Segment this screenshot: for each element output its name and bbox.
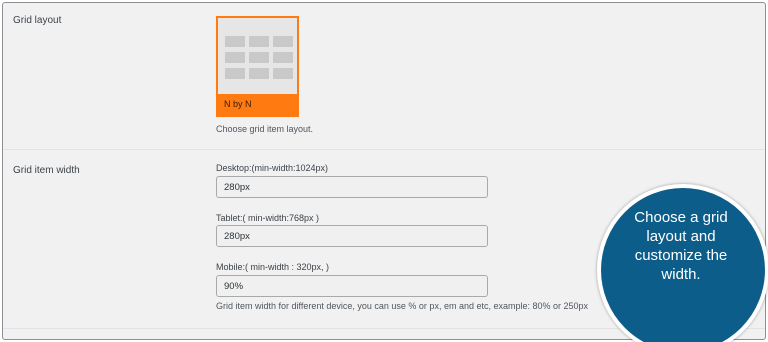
grid-layout-description: Choose grid item layout. bbox=[216, 124, 314, 134]
desktop-width-label: Desktop:(min-width:1024px) bbox=[216, 163, 329, 173]
desktop-width-input[interactable] bbox=[216, 176, 488, 198]
tablet-width-input[interactable] bbox=[216, 225, 488, 247]
callout-line: Choose a grid bbox=[634, 209, 728, 226]
mobile-width-label: Mobile:( min-width : 320px, ) bbox=[216, 262, 330, 272]
grid-item-width-help: Grid item width for different device, yo… bbox=[216, 301, 589, 311]
callout-line: layout and bbox=[646, 228, 716, 245]
section-divider bbox=[3, 149, 765, 150]
tablet-width-label: Tablet:( min-width:768px ) bbox=[216, 213, 320, 223]
grid-item-width-label: Grid item width bbox=[13, 165, 80, 176]
mobile-width-input[interactable] bbox=[216, 275, 488, 297]
callout-text: Choose a grid layout and customize the w… bbox=[603, 208, 759, 284]
callout-line: width. bbox=[661, 266, 701, 283]
callout-line: customize the bbox=[634, 247, 728, 264]
grid-layout-label: Grid layout bbox=[13, 15, 62, 26]
grid-layout-option-label: N by N bbox=[218, 94, 297, 115]
grid-layout-option-n-by-n[interactable]: N by N bbox=[216, 16, 299, 117]
